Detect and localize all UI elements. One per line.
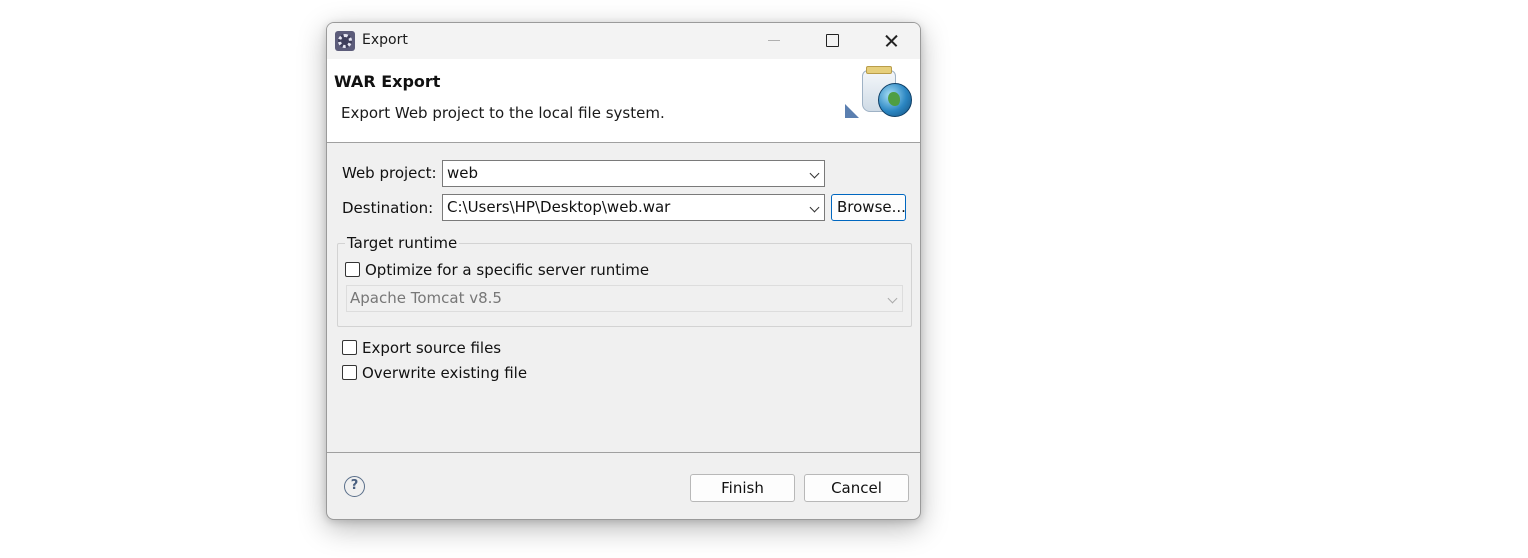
- destination-combo[interactable]: C:\Users\HP\Desktop\web.war: [442, 194, 825, 221]
- wizard-header: WAR Export Export Web project to the loc…: [327, 59, 920, 143]
- web-project-combo[interactable]: web: [442, 160, 825, 187]
- chevron-down-icon: [887, 293, 898, 304]
- export-source-label: Export source files: [362, 339, 502, 357]
- chevron-down-icon: [809, 202, 820, 213]
- target-runtime-title: Target runtime: [345, 234, 460, 252]
- export-source-checkbox[interactable]: [342, 340, 357, 355]
- overwrite-label: Overwrite existing file: [362, 364, 528, 382]
- optimize-runtime-label: Optimize for a specific server runtime: [365, 261, 650, 279]
- export-dialog: Export WAR Export Export Web project to …: [326, 22, 921, 520]
- runtime-value: Apache Tomcat v8.5: [350, 289, 502, 307]
- browse-button[interactable]: Browse...: [831, 194, 906, 221]
- runtime-select: Apache Tomcat v8.5: [346, 285, 903, 312]
- finish-button[interactable]: Finish: [690, 474, 795, 502]
- cancel-button[interactable]: Cancel: [804, 474, 909, 502]
- question-mark-icon[interactable]: ?: [344, 476, 365, 497]
- optimize-runtime-checkbox[interactable]: [345, 262, 360, 277]
- chevron-down-icon: [809, 168, 820, 179]
- web-project-value: web: [447, 164, 479, 182]
- eclipse-gear-icon: [335, 31, 355, 51]
- title-bar: Export: [327, 23, 920, 59]
- close-button[interactable]: [868, 23, 914, 59]
- minimize-button[interactable]: [752, 23, 798, 59]
- maximize-button[interactable]: [810, 23, 856, 59]
- web-project-label: Web project:: [342, 164, 437, 182]
- page-description: Export Web project to the local file sys…: [341, 104, 665, 122]
- window-title: Export: [362, 32, 408, 48]
- overwrite-checkbox[interactable]: [342, 365, 357, 380]
- war-export-wizard-icon: [842, 59, 920, 125]
- page-title: WAR Export: [334, 72, 441, 91]
- destination-value: C:\Users\HP\Desktop\web.war: [447, 198, 671, 216]
- footer-divider: [327, 452, 920, 453]
- destination-label: Destination:: [342, 199, 434, 217]
